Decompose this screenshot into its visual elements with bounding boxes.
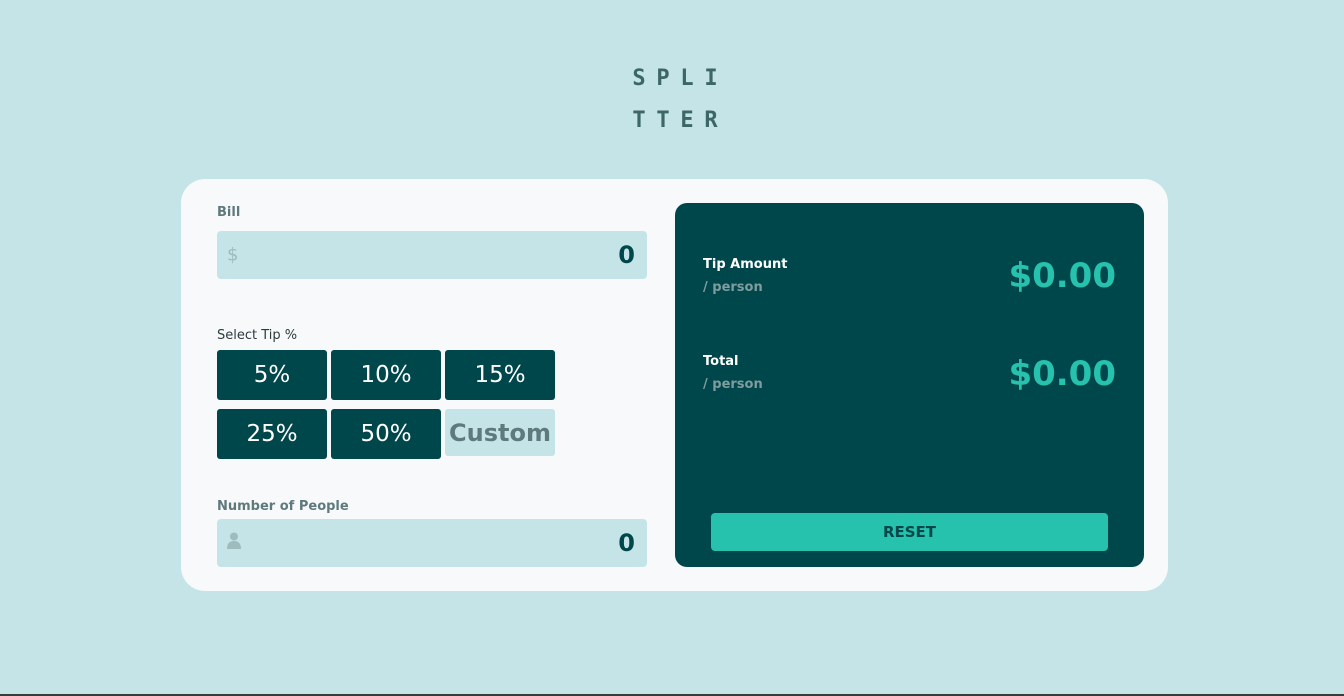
logo-letter: L — [680, 66, 694, 91]
tip-amount-per-person: / person — [703, 280, 763, 295]
logo-letter: I — [704, 66, 718, 91]
people-value: 0 — [618, 529, 635, 557]
tip-amount-value: $0.00 — [1008, 256, 1116, 296]
logo-letter: T — [656, 108, 670, 133]
tip-25-button[interactable]: 25% — [217, 409, 327, 459]
tip-10-button[interactable]: 10% — [331, 350, 441, 400]
people-label: Number of People — [217, 499, 349, 514]
total-per-person: / person — [703, 377, 763, 392]
bill-value: 0 — [618, 241, 635, 269]
tip-5-button[interactable]: 5% — [217, 350, 327, 400]
results-panel: Tip Amount / person $0.00 Total / person… — [675, 203, 1144, 567]
logo-letter: T — [632, 108, 646, 133]
total-title: Total — [703, 354, 739, 369]
tip-amount-title: Tip Amount — [703, 257, 788, 272]
tip-50-button[interactable]: 50% — [331, 409, 441, 459]
bill-label: Bill — [217, 205, 241, 220]
custom-tip-input[interactable]: Custom — [445, 409, 555, 456]
dollar-icon: $ — [227, 244, 239, 266]
people-input[interactable]: 0 — [217, 519, 647, 567]
total-value: $0.00 — [1008, 354, 1116, 394]
bill-input[interactable]: $ 0 — [217, 231, 647, 279]
logo-letter: S — [632, 66, 646, 91]
tip-15-button[interactable]: 15% — [445, 350, 555, 400]
logo-letter: E — [680, 108, 694, 133]
app-logo: S P L I T T E R — [631, 58, 727, 142]
reset-button[interactable]: RESET — [711, 513, 1108, 551]
logo-letter: R — [704, 108, 718, 133]
person-icon — [227, 532, 241, 554]
logo-letter: P — [656, 66, 670, 91]
select-tip-label: Select Tip % — [217, 328, 298, 343]
